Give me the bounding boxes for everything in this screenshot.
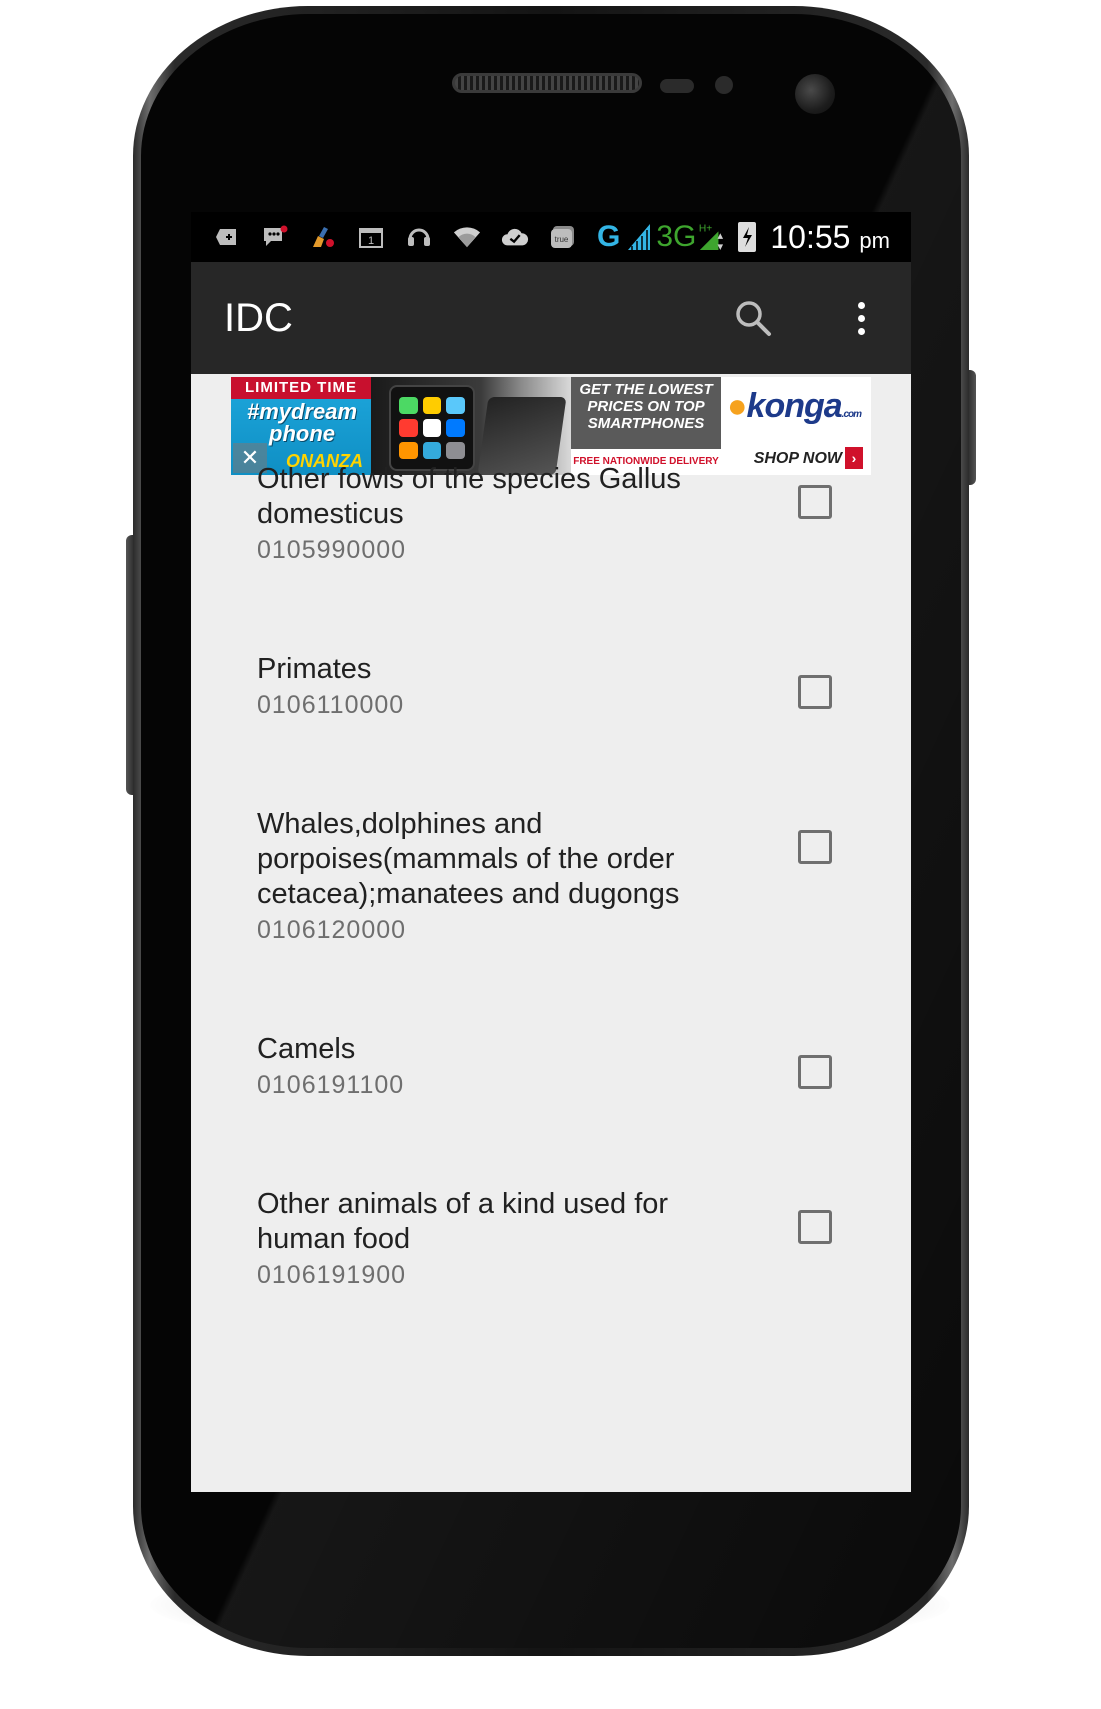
item-title: Camels: [257, 1033, 356, 1065]
app-bar: IDC: [191, 262, 911, 374]
list-item[interactable]: Camels 0106191100: [191, 1032, 911, 1172]
item-title: Other fowls of the species Gallus domest…: [257, 463, 681, 530]
network-type-g: G: [597, 220, 621, 253]
ad-phones-image: [371, 377, 571, 475]
app-title: IDC: [224, 295, 293, 340]
item-code: 0106191100: [257, 1071, 405, 1099]
list-item[interactable]: Whales,dolphines and porpoises(mammals o…: [191, 807, 911, 1007]
clock-suffix: pm: [859, 227, 890, 253]
calendar-icon: 1: [357, 223, 385, 251]
item-code: 0106191900: [257, 1261, 407, 1289]
more-vert-icon-dot: [857, 314, 865, 322]
battery-icon: [738, 222, 757, 252]
ad-promo-panel: LIMITED TIME #mydream phone ONANZA ✕: [231, 377, 371, 475]
more-vert-icon: [857, 301, 865, 309]
item-text: Primates 0106110000: [257, 652, 727, 721]
item-title: Whales,dolphines and porpoises(mammals o…: [257, 808, 680, 910]
true-app-icon: true: [549, 223, 577, 251]
item-checkbox[interactable]: [798, 485, 832, 519]
ad-limited-time: LIMITED TIME: [231, 377, 371, 399]
item-text: Other animals of a kind used for human f…: [257, 1187, 727, 1291]
list-item[interactable]: Other animals of a kind used for human f…: [191, 1187, 911, 1367]
ad-brand-panel: ●konga.com SHOP NOW ›: [721, 377, 871, 475]
item-checkbox[interactable]: [798, 830, 832, 864]
front-camera: [795, 74, 835, 114]
headset-icon: [405, 223, 433, 251]
ad-banner[interactable]: LIMITED TIME #mydream phone ONANZA ✕ GET…: [231, 377, 871, 475]
ad-hashtag: #mydream phone: [246, 399, 358, 446]
search-icon: [736, 301, 771, 336]
overflow-menu-button[interactable]: [841, 288, 881, 348]
item-text: Whales,dolphines and porpoises(mammals o…: [257, 807, 727, 946]
item-checkbox[interactable]: [798, 1055, 832, 1089]
wifi-icon: [453, 223, 481, 251]
list-item[interactable]: Other fowls of the species Gallus domest…: [191, 462, 911, 642]
list-item[interactable]: Primates 0106110000: [191, 652, 911, 792]
ad-prices-panel: GET THE LOWEST PRICES ON TOP SMARTPHONES…: [571, 377, 721, 475]
ad-phone-screen: [389, 385, 475, 471]
phone-mockup: 1 true G 3G H+ 10:55 pm IDC LIMITED TIME…: [0, 0, 1101, 1709]
calendar-number: 1: [368, 235, 374, 247]
item-code: 0106120000: [257, 916, 407, 944]
item-title: Primates: [257, 653, 372, 685]
item-checkbox[interactable]: [798, 1210, 832, 1244]
search-button[interactable]: [725, 290, 781, 346]
network-type-hplus: H+: [699, 223, 712, 234]
plus-icon: [213, 223, 241, 251]
true-app-label: true: [555, 235, 569, 244]
item-code: 0106110000: [257, 691, 405, 719]
screen: 1 true G 3G H+ 10:55 pm IDC LIMITED TIME…: [191, 212, 911, 1492]
item-text: Camels 0106191100: [257, 1032, 727, 1101]
status-time: 10:55 pm: [770, 219, 890, 256]
item-title: Other animals of a kind used for human f…: [257, 1188, 669, 1255]
more-vert-icon-dot: [857, 327, 865, 335]
ad-lowest-prices: GET THE LOWEST PRICES ON TOP SMARTPHONES: [579, 381, 713, 432]
proximity-sensor: [660, 79, 694, 93]
data-signal-icon: H+: [699, 223, 724, 250]
konga-logo: ●konga.com: [727, 387, 862, 425]
chat-icon: [261, 223, 289, 251]
konga-brand: konga: [746, 387, 843, 425]
status-bar: 1 true G 3G H+ 10:55 pm: [191, 212, 911, 262]
signal-strength-icon: [628, 224, 651, 250]
light-sensor: [715, 76, 733, 94]
broom-icon: [309, 223, 337, 251]
network-type-3g: 3G: [656, 220, 697, 253]
item-text: Other fowls of the species Gallus domest…: [257, 462, 727, 566]
konga-suffix: .com: [841, 409, 862, 420]
cloud-check-icon: [501, 223, 529, 251]
item-checkbox[interactable]: [798, 675, 832, 709]
item-code: 0105990000: [257, 536, 407, 564]
earpiece-speaker: [452, 73, 642, 93]
clock-time: 10:55: [770, 218, 851, 255]
